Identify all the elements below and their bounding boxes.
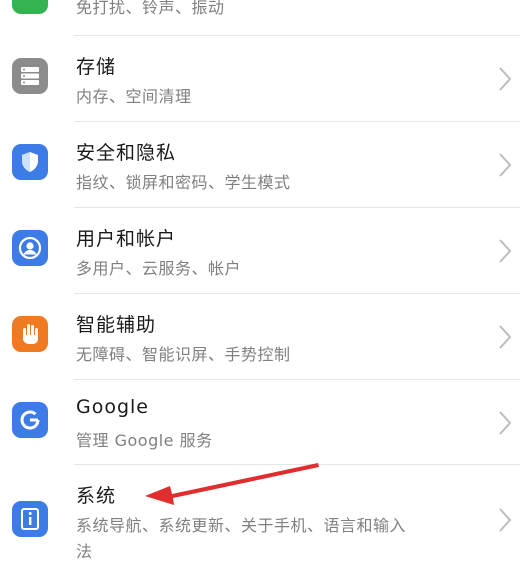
settings-item-subtitle: 无障碍、智能识屏、手势控制 bbox=[76, 345, 291, 364]
settings-item-title: 存储 bbox=[76, 56, 117, 78]
settings-item-subtitle: 多用户、云服务、帐户 bbox=[76, 259, 242, 278]
sound-icon bbox=[12, 0, 48, 14]
settings-item-subtitle: 内存、空间清理 bbox=[76, 87, 192, 106]
system-info-icon bbox=[12, 501, 48, 537]
settings-item-security[interactable]: 安全和隐私 指纹、锁屏和密码、学生模式 bbox=[0, 122, 520, 207]
google-icon bbox=[12, 402, 48, 438]
settings-item-title: 系统 bbox=[76, 485, 117, 507]
settings-item-title: 智能辅助 bbox=[76, 314, 157, 336]
storage-icon bbox=[12, 58, 48, 94]
user-icon bbox=[12, 230, 48, 266]
settings-item-subtitle: 免打扰、铃声、振动 bbox=[76, 0, 225, 17]
settings-item-subtitle: 系统导航、系统更新、关于手机、语言和输入 bbox=[76, 516, 407, 535]
chevron-right-icon bbox=[499, 67, 512, 91]
settings-screen: 免打扰、铃声、振动 存储 内存、空间清理 安全和隐私 指纹、锁屏和密码、学生模式… bbox=[0, 0, 520, 565]
settings-item-system[interactable]: 系统 系统导航、系统更新、关于手机、语言和输入 法 bbox=[0, 465, 520, 565]
chevron-right-icon bbox=[499, 325, 512, 349]
settings-item-sound[interactable]: 免打扰、铃声、振动 bbox=[0, 0, 520, 36]
settings-item-title: 安全和隐私 bbox=[76, 142, 177, 164]
settings-item-subtitle: 指纹、锁屏和密码、学生模式 bbox=[76, 173, 291, 192]
chevron-right-icon bbox=[499, 153, 512, 177]
settings-item-smart-assist[interactable]: 智能辅助 无障碍、智能识屏、手势控制 bbox=[0, 294, 520, 379]
settings-item-title: Google bbox=[76, 396, 150, 418]
settings-item-storage[interactable]: 存储 内存、空间清理 bbox=[0, 36, 520, 121]
settings-item-users[interactable]: 用户和帐户 多用户、云服务、帐户 bbox=[0, 208, 520, 293]
chevron-right-icon bbox=[499, 508, 512, 532]
chevron-right-icon bbox=[499, 411, 512, 435]
settings-item-title: 用户和帐户 bbox=[76, 228, 177, 250]
settings-item-subtitle: 管理 Google 服务 bbox=[76, 431, 213, 450]
hand-icon bbox=[12, 316, 48, 352]
settings-item-subtitle-continued: 法 bbox=[76, 542, 93, 561]
shield-icon bbox=[12, 144, 48, 180]
chevron-right-icon bbox=[499, 239, 512, 263]
settings-item-google[interactable]: Google 管理 Google 服务 bbox=[0, 380, 520, 464]
